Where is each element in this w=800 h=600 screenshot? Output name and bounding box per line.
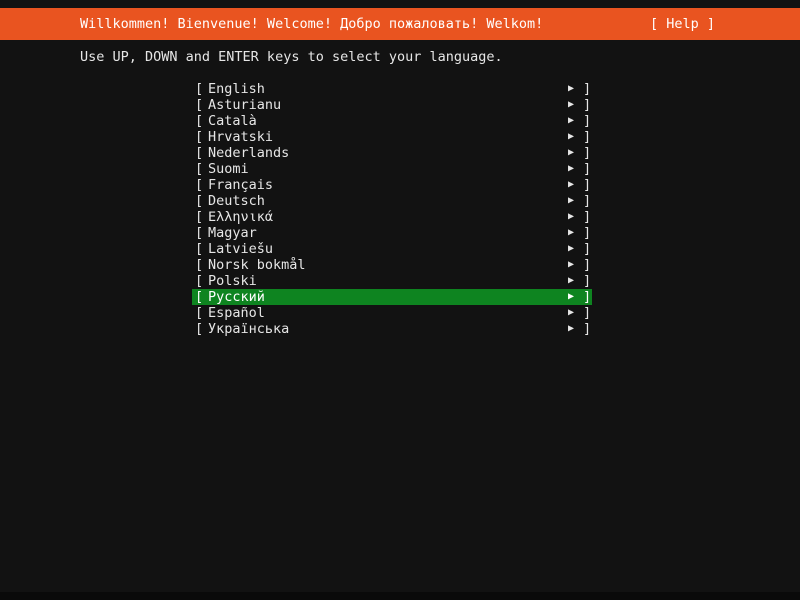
language-label: English <box>208 81 265 97</box>
bracket-left: [ <box>195 129 204 145</box>
language-item-suomi[interactable]: [ Suomi ▶ ] <box>192 161 592 177</box>
bracket-left: [ <box>195 257 204 273</box>
arrow-right-icon: ▶ <box>568 163 575 174</box>
bracket-right: ] <box>583 209 592 225</box>
bracket-left: [ <box>195 209 204 225</box>
bracket-left: [ <box>195 81 204 97</box>
bracket-right: ] <box>583 81 592 97</box>
bracket-right: ] <box>583 241 592 257</box>
language-item-magyar[interactable]: [ Magyar ▶ ] <box>192 225 592 241</box>
arrow-right-icon: ▶ <box>568 83 575 94</box>
arrow-right-icon: ▶ <box>568 323 575 334</box>
language-label: Magyar <box>208 225 257 241</box>
arrow-right-icon: ▶ <box>568 275 575 286</box>
language-label: Latviešu <box>208 241 274 257</box>
arrow-right-icon: ▶ <box>568 259 575 270</box>
language-item-ellinika[interactable]: [ Ελληνικά ▶ ] <box>192 209 592 225</box>
bracket-right: ] <box>583 289 592 305</box>
bracket-left: [ <box>195 305 204 321</box>
language-label: Deutsch <box>208 193 265 209</box>
arrow-right-icon: ▶ <box>568 179 575 190</box>
language-item-latviesu[interactable]: [ Latviešu ▶ ] <box>192 241 592 257</box>
language-list: [ English ▶ ] [ Asturianu ▶ ] [ Català ▶… <box>192 81 592 337</box>
bracket-left: [ <box>195 321 204 337</box>
language-item-hrvatski[interactable]: [ Hrvatski ▶ ] <box>192 129 592 145</box>
language-label: Nederlands <box>208 145 290 161</box>
arrow-right-icon: ▶ <box>568 227 575 238</box>
arrow-right-icon: ▶ <box>568 115 575 126</box>
bracket-right: ] <box>583 273 592 289</box>
language-label: Norsk bokmål <box>208 257 306 273</box>
bracket-left: [ <box>195 273 204 289</box>
language-item-nederlands[interactable]: [ Nederlands ▶ ] <box>192 145 592 161</box>
bracket-left: [ <box>195 241 204 257</box>
bracket-left: [ <box>195 177 204 193</box>
arrow-right-icon: ▶ <box>568 131 575 142</box>
bracket-right: ] <box>583 257 592 273</box>
bracket-right: ] <box>583 97 592 113</box>
language-label: Русский <box>208 289 265 305</box>
bracket-right: ] <box>583 177 592 193</box>
help-button[interactable]: [ Help ] <box>650 16 715 32</box>
arrow-right-icon: ▶ <box>568 307 575 318</box>
top-border <box>0 0 800 8</box>
arrow-right-icon: ▶ <box>568 243 575 254</box>
welcome-title: Willkommen! Bienvenue! Welcome! Добро по… <box>80 16 544 32</box>
bracket-left: [ <box>195 145 204 161</box>
bracket-right: ] <box>583 129 592 145</box>
language-label: Ελληνικά <box>208 209 274 225</box>
bracket-left: [ <box>195 193 204 209</box>
bottom-border <box>0 592 800 600</box>
language-label: Français <box>208 177 274 193</box>
bracket-left: [ <box>195 225 204 241</box>
language-item-asturianu[interactable]: [ Asturianu ▶ ] <box>192 97 592 113</box>
language-label: Suomi <box>208 161 249 177</box>
language-label: Polski <box>208 273 257 289</box>
bracket-left: [ <box>195 97 204 113</box>
language-label: Hrvatski <box>208 129 274 145</box>
bracket-left: [ <box>195 161 204 177</box>
bracket-right: ] <box>583 225 592 241</box>
language-item-polski[interactable]: [ Polski ▶ ] <box>192 273 592 289</box>
instructions-text: Use UP, DOWN and ENTER keys to select yo… <box>80 49 503 65</box>
bracket-right: ] <box>583 113 592 129</box>
arrow-right-icon: ▶ <box>568 195 575 206</box>
bracket-right: ] <box>583 305 592 321</box>
bracket-left: [ <box>195 113 204 129</box>
bracket-right: ] <box>583 193 592 209</box>
language-item-deutsch[interactable]: [ Deutsch ▶ ] <box>192 193 592 209</box>
language-label: Español <box>208 305 265 321</box>
language-label: Asturianu <box>208 97 282 113</box>
language-item-english[interactable]: [ English ▶ ] <box>192 81 592 97</box>
bracket-left: [ <box>195 289 204 305</box>
arrow-right-icon: ▶ <box>568 291 575 302</box>
language-item-espanol[interactable]: [ Español ▶ ] <box>192 305 592 321</box>
bracket-right: ] <box>583 145 592 161</box>
language-item-catala[interactable]: [ Català ▶ ] <box>192 113 592 129</box>
language-label: Català <box>208 113 257 129</box>
bracket-right: ] <box>583 161 592 177</box>
language-item-ukrainska[interactable]: [ Українська ▶ ] <box>192 321 592 337</box>
arrow-right-icon: ▶ <box>568 147 575 158</box>
header-bar: Willkommen! Bienvenue! Welcome! Добро по… <box>0 8 800 40</box>
arrow-right-icon: ▶ <box>568 99 575 110</box>
language-label: Українська <box>208 321 290 337</box>
language-item-norsk-bokmal[interactable]: [ Norsk bokmål ▶ ] <box>192 257 592 273</box>
language-item-russkiy[interactable]: [ Русский ▶ ] <box>192 289 592 305</box>
language-item-francais[interactable]: [ Français ▶ ] <box>192 177 592 193</box>
arrow-right-icon: ▶ <box>568 211 575 222</box>
bracket-right: ] <box>583 321 592 337</box>
